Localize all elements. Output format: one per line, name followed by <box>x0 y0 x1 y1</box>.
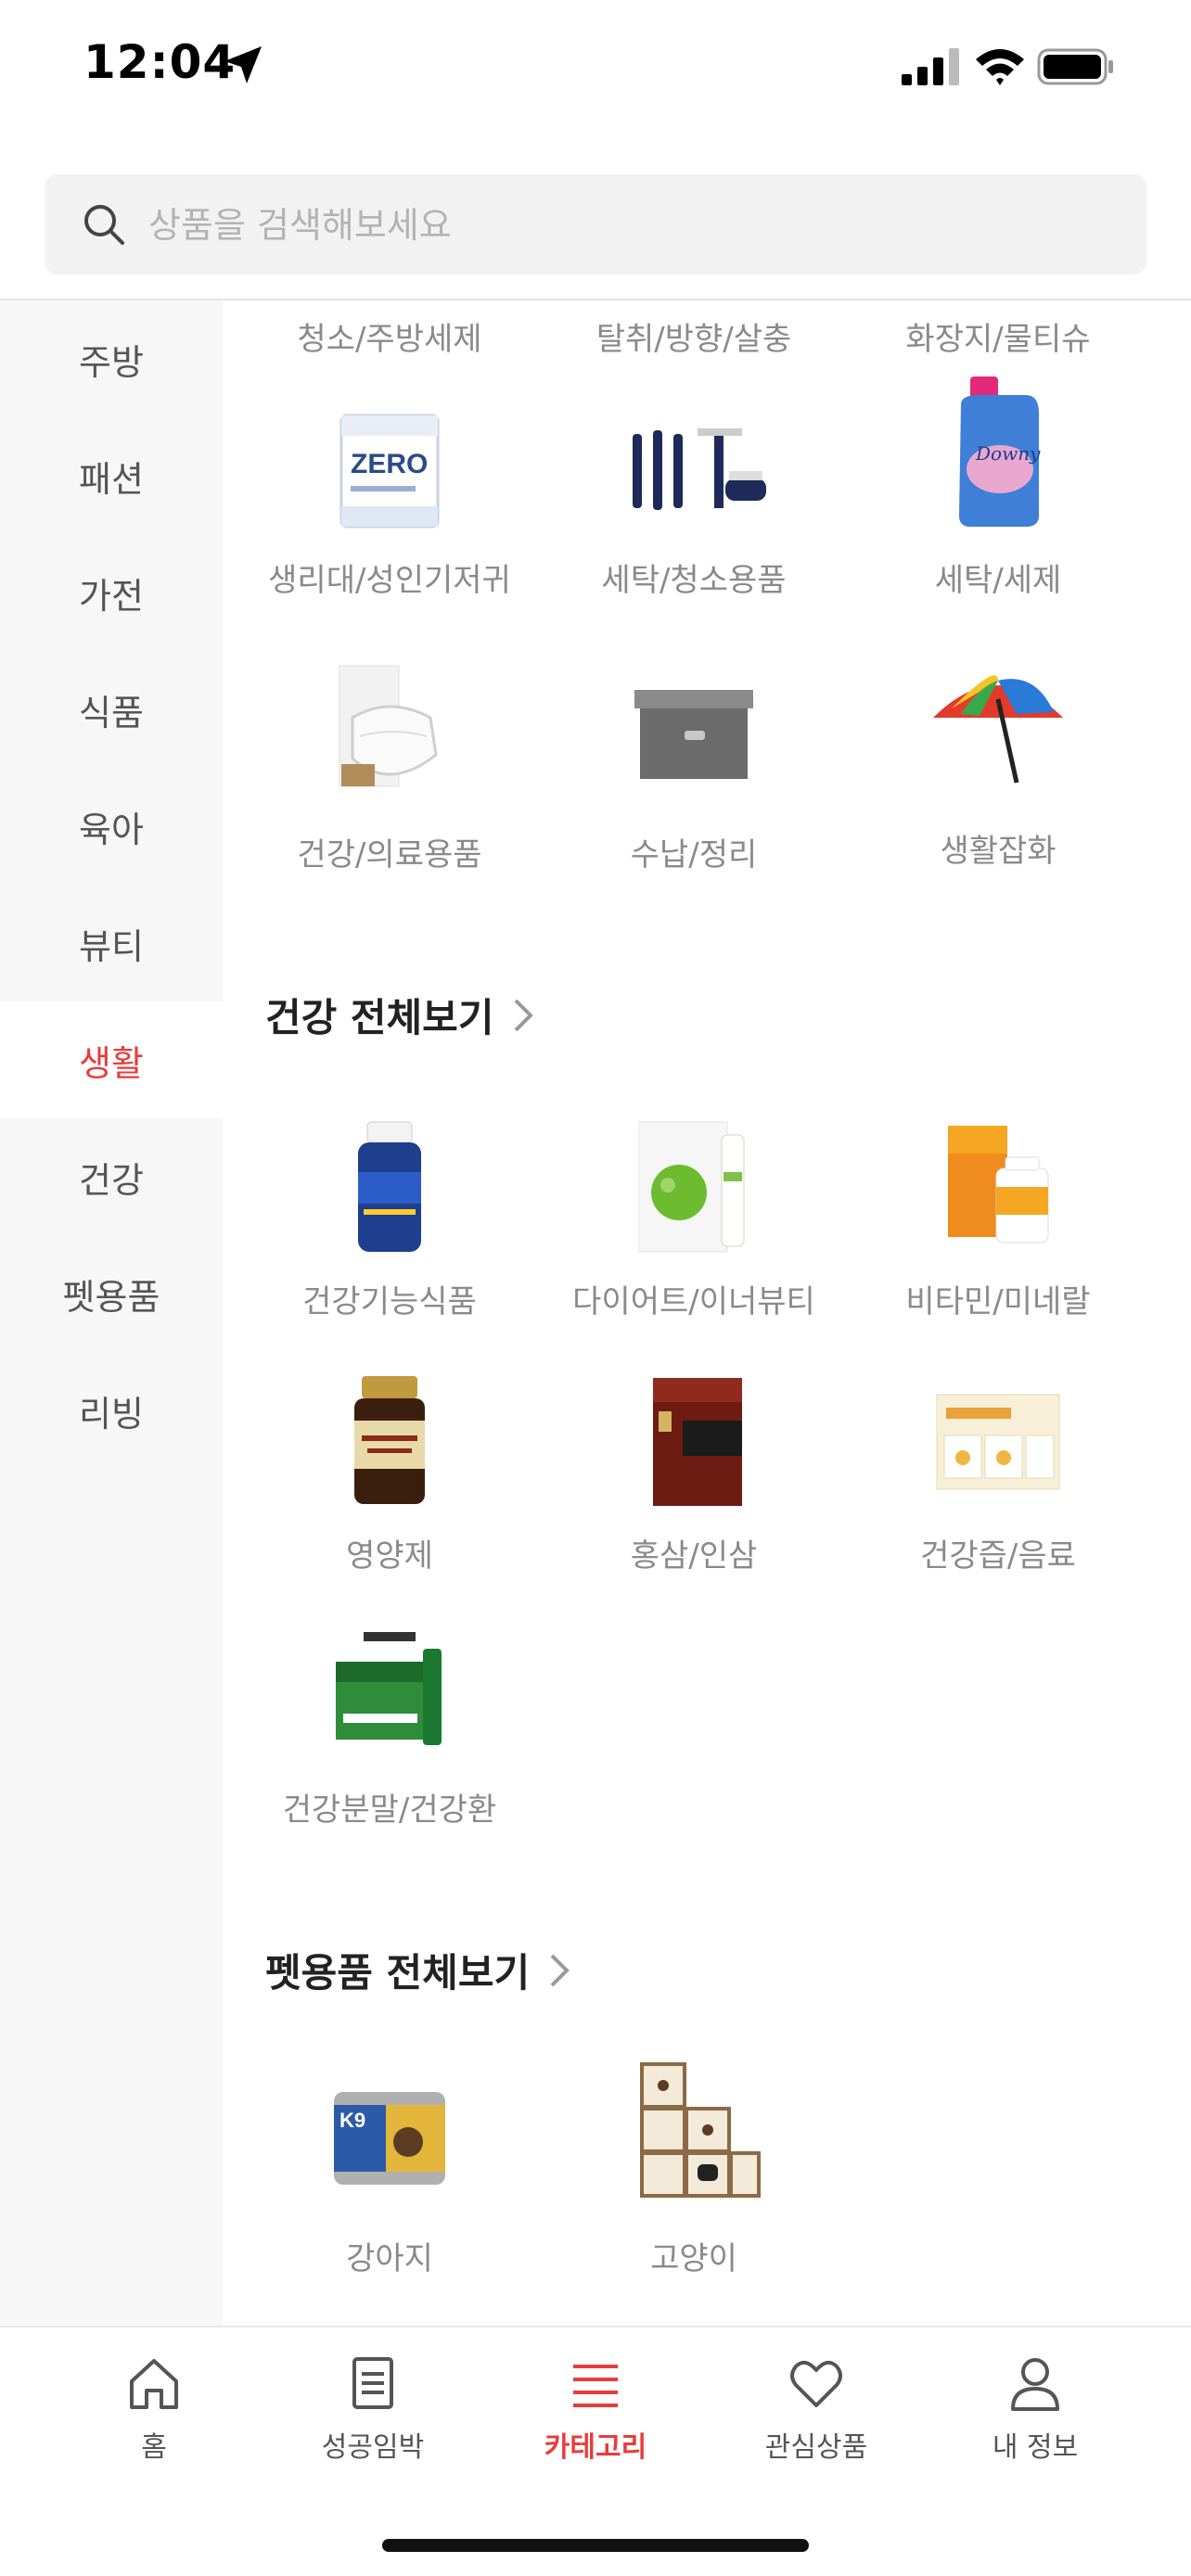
cleaning-brushes-icon <box>633 428 766 510</box>
tab-label: 관심상품 <box>764 2431 868 2464</box>
umbrella-icon <box>933 675 1063 784</box>
sidebar-item-interior[interactable]: 리빙 <box>0 1352 223 1469</box>
heart-icon <box>790 2360 842 2407</box>
sidebar-item-fashion[interactable]: 패션 <box>0 417 223 534</box>
face-mask-icon <box>339 665 438 787</box>
subcategory-item[interactable]: 수납/정리 <box>542 662 846 885</box>
diaper-pack-icon: ZERO <box>339 414 440 529</box>
subcategory-item[interactable]: 영양제 <box>237 1371 542 1593</box>
cat-tower-icon <box>640 2062 761 2198</box>
subcategory-item[interactable]: 비타민/미네랄 <box>846 1116 1150 1339</box>
subcategory-label: 수납/정리 <box>630 836 758 874</box>
health-section-link[interactable]: 건강 전체보기 <box>265 987 536 1043</box>
subcategory-label: 화장지/물티슈 <box>905 321 1091 358</box>
tab-label: 내 정보 <box>992 2431 1079 2464</box>
apple-product-icon <box>638 1121 745 1253</box>
dog-food-can-icon: K9 <box>334 2092 445 2185</box>
subcategory-item[interactable]: 고양이 <box>542 2062 846 2296</box>
subcategory-label: 건강/의료용품 <box>297 836 482 874</box>
subcategory-item[interactable]: 건강/의료용품 <box>237 662 542 885</box>
svg-text:Downy: Downy <box>975 442 1041 465</box>
vitamin-box-icon <box>948 1126 1049 1243</box>
subcategory-item[interactable]: 홍삼/인삼 <box>542 1371 846 1593</box>
supplement-bottle-icon <box>358 1121 421 1252</box>
menu-icon <box>573 2365 618 2407</box>
sidebar-item-living[interactable]: 생활 <box>0 1001 223 1118</box>
detergent-bottle-icon: Downy <box>959 376 1041 527</box>
tab-label: 홈 <box>141 2431 167 2464</box>
wifi-icon <box>976 49 1024 85</box>
sidebar-item-baby[interactable]: 육아 <box>0 768 223 885</box>
subcategory-item[interactable]: K9 강아지 <box>237 2073 542 2296</box>
tab-category[interactable]: 카테고리 <box>503 2353 688 2493</box>
subcategory-label: 건강분말/건강환 <box>282 1792 497 1829</box>
sidebar-item-food[interactable]: 식품 <box>0 651 223 768</box>
svg-text:K9: K9 <box>339 2109 365 2132</box>
red-ginseng-box-icon <box>653 1378 742 1506</box>
subcategory-label: 생활잡화 <box>940 833 1057 870</box>
cellular-signal-icon <box>902 48 959 85</box>
subcategory-label: 강아지 <box>346 2240 433 2277</box>
juice-box-icon <box>936 1394 1060 1490</box>
search-input[interactable] <box>147 174 1115 276</box>
subcategory-item[interactable]: 청소/주방세제 <box>237 313 542 360</box>
status-time: 12:04 <box>83 35 237 89</box>
battery-icon <box>1037 48 1113 85</box>
subcategory-label: 비타민/미네랄 <box>905 1283 1091 1320</box>
sidebar-item-health[interactable]: 건강 <box>0 1118 223 1235</box>
search-bar[interactable] <box>45 174 1146 276</box>
subcategory-item[interactable]: 화장지/물티슈 <box>846 313 1150 360</box>
tab-wishlist[interactable]: 관심상품 <box>724 2353 909 2493</box>
tab-closing-soon[interactable]: 성공임박 <box>280 2353 466 2493</box>
status-bar: 12:04 <box>0 0 1191 139</box>
subcategory-label: 고양이 <box>650 2240 737 2277</box>
sidebar-item-appliances[interactable]: 가전 <box>0 534 223 651</box>
subcategory-item[interactable]: 건강즙/음료 <box>846 1371 1150 1593</box>
subcategory-label: 청소/주방세제 <box>297 321 482 358</box>
subcategory-item[interactable]: 다이어트/이너뷰티 <box>542 1116 846 1339</box>
subcategory-label: 세탁/청소용품 <box>601 562 787 599</box>
category-sidebar: 주방 패션 가전 식품 육아 뷰티 생활 건강 펫용품 리빙 <box>0 300 223 2326</box>
tab-home[interactable]: 홈 <box>61 2353 247 2493</box>
subcategory-label: 탈취/방향/살충 <box>596 321 792 358</box>
subcategory-label: 생리대/성인기저귀 <box>268 562 511 599</box>
svg-text:ZERO: ZERO <box>351 449 428 479</box>
tab-my-info[interactable]: 내 정보 <box>942 2353 1128 2493</box>
sidebar-item-kitchen[interactable]: 주방 <box>0 300 223 417</box>
subcategory-label: 다이어트/이너뷰티 <box>572 1283 815 1320</box>
subcategory-label: 세탁/세제 <box>934 562 1062 599</box>
tab-label: 성공임박 <box>321 2431 425 2464</box>
subcategory-item[interactable]: 세탁/청소용품 <box>542 397 846 619</box>
folic-acid-bottle-icon <box>354 1376 425 1504</box>
subcategory-item[interactable]: ZERO 생리대/성인기저귀 <box>237 397 542 619</box>
subcategory-item[interactable]: 탈취/방향/살충 <box>542 313 846 360</box>
location-arrow-icon <box>224 46 262 83</box>
subcategory-label: 영양제 <box>346 1537 433 1575</box>
chevron-right-icon <box>550 1954 570 1986</box>
home-indicator[interactable] <box>382 2539 809 2552</box>
user-icon <box>1011 2358 1059 2411</box>
sidebar-item-pet[interactable]: 펫용품 <box>0 1235 223 1352</box>
home-icon <box>130 2359 178 2409</box>
subcategory-label: 홍삼/인삼 <box>630 1537 758 1575</box>
category-content: 청소/주방세제 탈취/방향/살충 화장지/물티슈 ZERO 생리대/성인기저귀 … <box>223 300 1191 2326</box>
subcategory-item[interactable]: 건강분말/건강환 <box>237 1625 542 1847</box>
health-section-title: 건강 전체보기 <box>265 995 494 1040</box>
subcategory-label: 건강기능식품 <box>302 1283 477 1320</box>
tab-label: 카테고리 <box>544 2431 647 2464</box>
subcategory-item[interactable]: 생활잡화 <box>846 662 1150 885</box>
document-icon <box>352 2357 393 2409</box>
pet-section-title: 펫용품 전체보기 <box>265 1950 531 1996</box>
chevron-right-icon <box>515 999 534 1031</box>
storage-box-icon <box>634 690 753 779</box>
powder-stick-box-icon <box>336 1632 442 1745</box>
subcategory-item[interactable]: Downy 세탁/세제 <box>846 376 1150 619</box>
pet-section-link[interactable]: 펫용품 전체보기 <box>265 1942 572 1998</box>
search-icon <box>84 205 124 245</box>
subcategory-item[interactable]: 건강기능식품 <box>237 1116 542 1339</box>
subcategory-label: 건강즙/음료 <box>920 1537 1076 1575</box>
sidebar-item-beauty[interactable]: 뷰티 <box>0 885 223 1001</box>
